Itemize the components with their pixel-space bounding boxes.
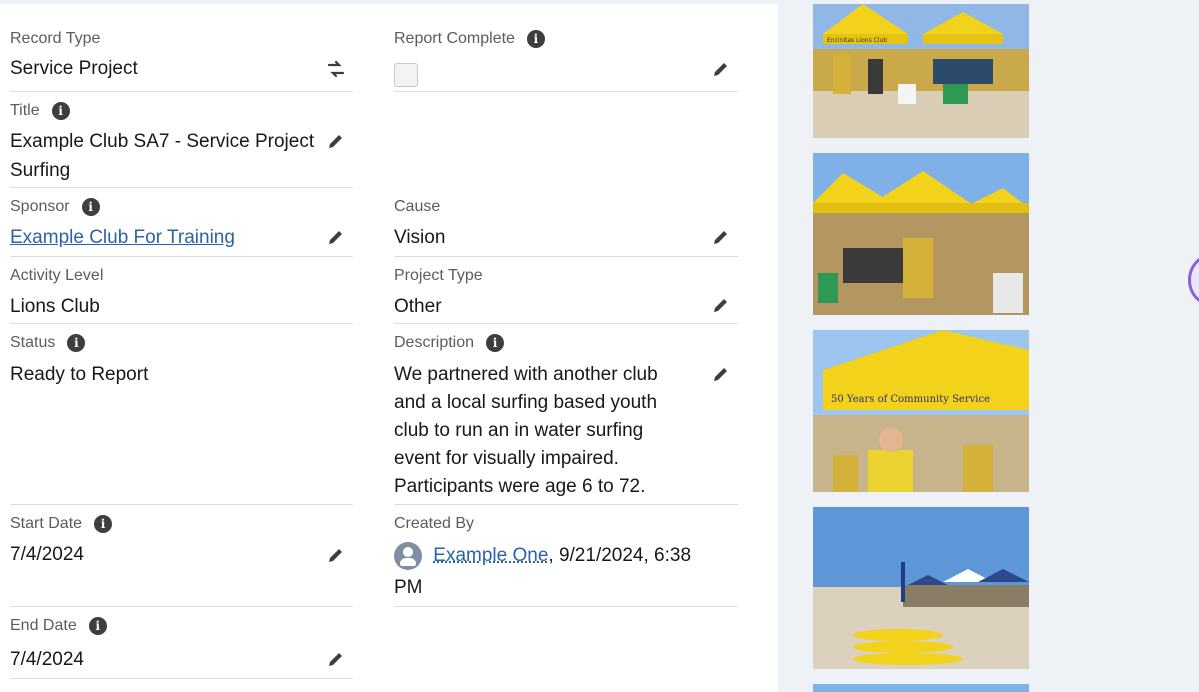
created-by-user-link[interactable]: Example One [433, 545, 548, 566]
sponsor-link[interactable]: Example Club For Training [10, 224, 235, 252]
description-line: and a local surfing based youth [394, 389, 657, 417]
pencil-icon[interactable] [711, 364, 731, 384]
record-detail-card: Record Type Service Project Report Compl… [0, 4, 778, 692]
title-value-line2: Surfing [10, 157, 70, 185]
field-status: Status i Ready to Report [10, 333, 353, 505]
field-activity-level: Activity Level Lions Club [10, 266, 353, 324]
info-icon[interactable]: i [486, 334, 504, 352]
field-report-complete: Report Complete i [394, 29, 738, 92]
label-text: Activity Level [10, 266, 103, 286]
field-record-type: Record Type Service Project [10, 29, 353, 92]
pencil-icon[interactable] [711, 227, 731, 247]
field-cause: Cause Vision [394, 197, 738, 257]
record-type-value: Service Project [10, 55, 138, 83]
activity-level-value: Lions Club [10, 293, 100, 321]
event-photo[interactable]: 50 Years of Community Service [813, 330, 1029, 492]
label-text: Project Type [394, 266, 483, 286]
status-value: Ready to Report [10, 361, 148, 389]
info-icon[interactable]: i [82, 198, 100, 216]
swap-icon[interactable] [326, 59, 346, 79]
project-type-value: Other [394, 293, 442, 321]
field-description: Description i We partnered with another c… [394, 333, 738, 505]
info-icon[interactable]: i [67, 334, 85, 352]
field-label: Record Type [10, 29, 100, 49]
created-by-datetime: , 9/21/2024, 6:38 [548, 545, 691, 566]
photo-banner-text: 50 Years of Community Service [831, 394, 990, 405]
event-photo[interactable] [813, 684, 1029, 692]
field-project-type: Project Type Other [394, 266, 738, 324]
label-text: End Date [10, 616, 77, 636]
created-by-line1: Example One, 9/21/2024, 6:38 [394, 542, 691, 570]
label-text: Description [394, 333, 474, 353]
label-text: Cause [394, 197, 440, 217]
description-line: Participants were age 6 to 72. [394, 473, 645, 501]
pencil-icon[interactable] [711, 59, 731, 79]
pencil-icon[interactable] [711, 295, 731, 315]
label-text: Start Date [10, 514, 82, 534]
field-sponsor: Sponsor i Example Club For Training [10, 197, 353, 257]
label-text: Record Type [10, 29, 100, 49]
start-date-value: 7/4/2024 [10, 541, 84, 569]
label-text: Created By [394, 514, 474, 534]
photo-banner-text: Encinitas Lions Club [827, 37, 887, 44]
end-date-value: 7/4/2024 [10, 646, 84, 674]
pencil-icon[interactable] [326, 649, 346, 669]
title-value-line1: Example Club SA7 - Service Project [10, 128, 314, 156]
label-text: Sponsor [10, 197, 70, 217]
label-text: Title [10, 101, 40, 121]
field-start-date: Start Date i 7/4/2024 [10, 514, 353, 607]
event-photo[interactable]: Encinitas Lions Club [813, 4, 1029, 138]
description-line: We partnered with another club [394, 361, 658, 389]
side-panel-toggle[interactable] [1188, 252, 1199, 308]
label-text: Report Complete [394, 29, 515, 49]
event-photo[interactable] [813, 153, 1029, 315]
pencil-icon[interactable] [326, 545, 346, 565]
event-photo[interactable] [813, 507, 1029, 669]
report-complete-checkbox[interactable] [394, 63, 418, 87]
info-icon[interactable]: i [527, 30, 545, 48]
cause-value: Vision [394, 224, 445, 252]
pencil-icon[interactable] [326, 131, 346, 151]
description-line: event for visually impaired. [394, 445, 619, 473]
field-end-date: End Date i 7/4/2024 [10, 616, 353, 679]
pencil-icon[interactable] [326, 227, 346, 247]
info-icon[interactable]: i [94, 515, 112, 533]
field-created-by: Created By Example One, 9/21/2024, 6:38 … [394, 514, 738, 607]
info-icon[interactable]: i [89, 617, 107, 635]
user-avatar-icon [394, 542, 422, 570]
info-icon[interactable]: i [52, 102, 70, 120]
description-line: club to run an in water surfing [394, 417, 643, 445]
field-title: Title i Example Club SA7 - Service Projec… [10, 101, 353, 188]
created-by-line2: PM [394, 574, 423, 602]
label-text: Status [10, 333, 55, 353]
